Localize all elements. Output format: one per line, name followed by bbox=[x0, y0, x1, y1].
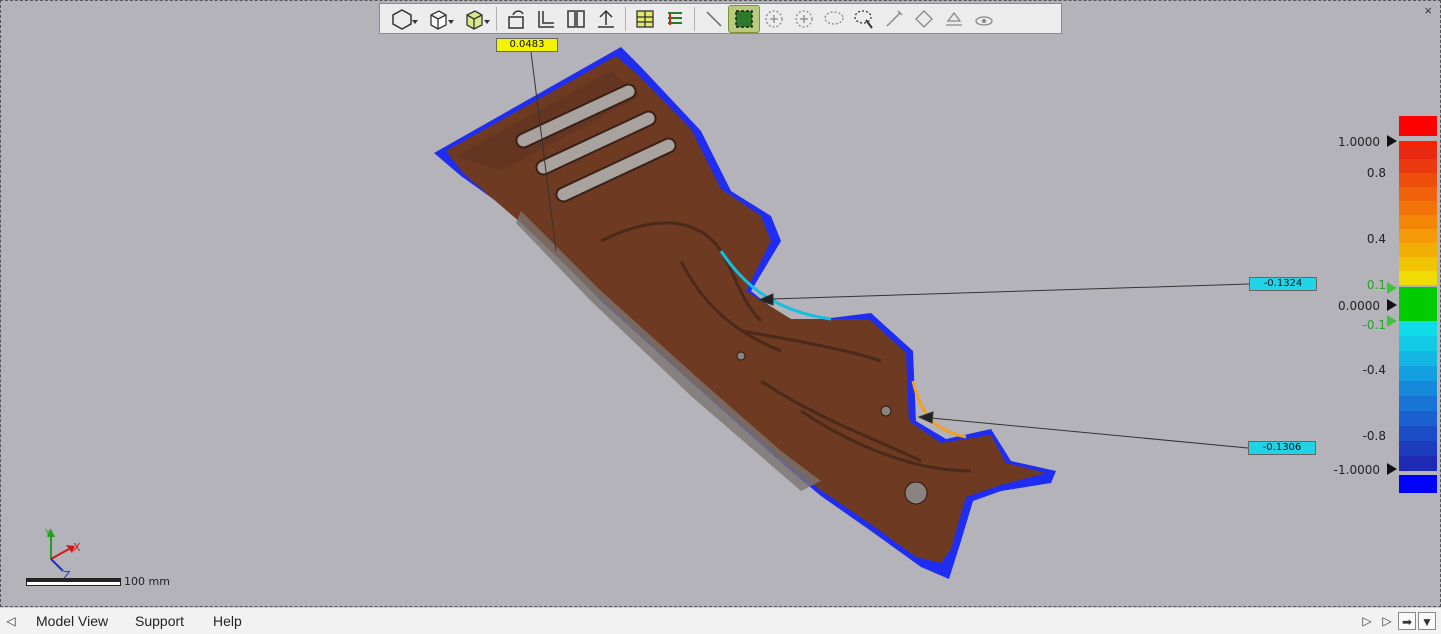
main-toolbar bbox=[379, 3, 1062, 34]
cube-view-icon bbox=[430, 9, 447, 30]
plane-button[interactable] bbox=[909, 6, 939, 32]
color-bar-tick-label: -1.0000 bbox=[1333, 463, 1380, 477]
color-bar-tick-label: 0.4 bbox=[1366, 232, 1386, 246]
tab-model-view[interactable]: Model View bbox=[18, 610, 122, 633]
scroll-right-icon[interactable]: ▷ bbox=[1378, 612, 1396, 630]
plane-icon bbox=[915, 9, 933, 28]
grid-icon bbox=[636, 9, 654, 28]
color-bar-cell bbox=[1399, 351, 1437, 366]
color-bar-cell bbox=[1399, 366, 1437, 381]
color-bar-tick-label: 0.0000 bbox=[1338, 299, 1380, 313]
edit-icon bbox=[886, 9, 903, 27]
add-circle-2-button[interactable] bbox=[789, 6, 819, 32]
color-bar-cell bbox=[1399, 257, 1437, 271]
scale-label: 100 mm bbox=[124, 575, 170, 588]
color-bar-tick-label: 0.8 bbox=[1366, 166, 1386, 180]
bottom-tab-bar: ◁ Model View Support Help ▷ ▷ ➡ ▼ bbox=[0, 607, 1441, 634]
split-view-button[interactable] bbox=[561, 6, 591, 32]
add-circle-button[interactable] bbox=[759, 6, 789, 32]
color-bar-cell bbox=[1399, 411, 1437, 426]
color-bar-tick-label: -0.8 bbox=[1362, 429, 1386, 443]
scale-bar bbox=[26, 578, 121, 586]
color-bar-marker-icon[interactable] bbox=[1387, 463, 1397, 475]
color-bar-tick-label: -0.4 bbox=[1362, 363, 1386, 377]
color-bar-cell bbox=[1399, 271, 1437, 285]
nominal-color-cell bbox=[1399, 287, 1437, 321]
list-icon bbox=[668, 11, 682, 25]
color-bar-tick-label: 0.1 bbox=[1366, 278, 1386, 292]
flip-button[interactable] bbox=[531, 6, 561, 32]
scroll-left-icon[interactable]: ▷ bbox=[1358, 612, 1376, 630]
iso-cube-icon bbox=[466, 9, 483, 30]
cut-icon bbox=[946, 11, 962, 26]
color-bar-cell bbox=[1399, 456, 1437, 471]
color-bar-cell bbox=[1399, 336, 1437, 351]
rotate-left-icon bbox=[508, 9, 524, 29]
axis-x-label: X bbox=[73, 541, 81, 554]
rotate-left-button[interactable] bbox=[501, 6, 531, 32]
3d-viewport[interactable]: × 0.0483 -0.1324 -0.1306 1.0000 0.8 0.4 … bbox=[0, 0, 1441, 607]
tab-support[interactable]: Support bbox=[117, 610, 201, 633]
over-tolerance-swatch bbox=[1399, 116, 1437, 136]
scanned-part-model[interactable] bbox=[1, 1, 1441, 608]
lasso-select-icon bbox=[854, 9, 873, 29]
tab-help[interactable]: Help bbox=[195, 610, 255, 633]
list-button[interactable] bbox=[660, 6, 690, 32]
deviation-label[interactable]: 0.0483 bbox=[496, 38, 558, 52]
split-view-icon bbox=[567, 9, 585, 28]
color-bar-cell bbox=[1399, 426, 1437, 441]
align-icon bbox=[598, 9, 614, 28]
color-bar-cell bbox=[1399, 215, 1437, 229]
color-bar-marker-icon[interactable] bbox=[1387, 315, 1397, 327]
cube-view-button[interactable] bbox=[420, 6, 456, 32]
cut-button[interactable] bbox=[939, 6, 969, 32]
under-tolerance-swatch bbox=[1399, 475, 1437, 493]
chevron-down-icon[interactable]: ▼ bbox=[1418, 612, 1436, 630]
toolbar-separator bbox=[694, 6, 695, 31]
lasso-button[interactable] bbox=[819, 6, 849, 32]
color-bar-cell bbox=[1399, 173, 1437, 187]
axis-y-label: Y bbox=[44, 528, 52, 539]
color-bar-cell bbox=[1399, 187, 1437, 201]
select-rect-icon bbox=[735, 9, 753, 28]
color-bar-cell bbox=[1399, 243, 1437, 257]
color-bar-cell bbox=[1399, 396, 1437, 411]
arrow-right-icon[interactable]: ➡ bbox=[1398, 612, 1416, 630]
color-bar-marker-icon[interactable] bbox=[1387, 135, 1397, 147]
color-bar-tick-label: -0.1 bbox=[1362, 318, 1386, 332]
flip-icon bbox=[538, 10, 554, 28]
deviation-label[interactable]: -0.1306 bbox=[1248, 441, 1316, 455]
add-circle-icon bbox=[765, 9, 783, 28]
color-bar-cell bbox=[1399, 441, 1437, 456]
view-orient-button[interactable] bbox=[384, 6, 420, 32]
color-bar-cell bbox=[1399, 201, 1437, 215]
app-window: × 0.0483 -0.1324 -0.1306 1.0000 0.8 0.4 … bbox=[0, 0, 1441, 634]
hide-button[interactable] bbox=[969, 6, 999, 32]
select-rect-button[interactable] bbox=[728, 4, 760, 33]
color-bar-cell bbox=[1399, 381, 1437, 396]
grid-button[interactable] bbox=[630, 6, 660, 32]
axis-triad: Y X Z bbox=[44, 528, 81, 579]
line-tool-icon bbox=[706, 10, 722, 27]
line-tool-button[interactable] bbox=[699, 6, 729, 32]
color-bar-marker-icon[interactable] bbox=[1387, 282, 1397, 294]
color-bar-marker-icon[interactable] bbox=[1387, 299, 1397, 311]
edit-button[interactable] bbox=[879, 6, 909, 32]
color-bar-cell bbox=[1399, 321, 1437, 336]
lasso-icon bbox=[824, 10, 844, 25]
color-bar-cell bbox=[1399, 145, 1437, 159]
hide-icon bbox=[975, 15, 993, 26]
color-bar-cell bbox=[1399, 229, 1437, 243]
add-circle-2-icon bbox=[795, 9, 813, 28]
toolbar-separator bbox=[625, 6, 626, 31]
lasso-select-button[interactable] bbox=[849, 6, 879, 32]
view-orient-icon bbox=[392, 8, 412, 30]
color-bar-cell bbox=[1399, 159, 1437, 173]
align-button[interactable] bbox=[591, 6, 621, 32]
toolbar-separator bbox=[496, 6, 497, 31]
color-bar-tick-label: 1.0000 bbox=[1338, 135, 1380, 149]
iso-cube-button[interactable] bbox=[456, 6, 492, 32]
